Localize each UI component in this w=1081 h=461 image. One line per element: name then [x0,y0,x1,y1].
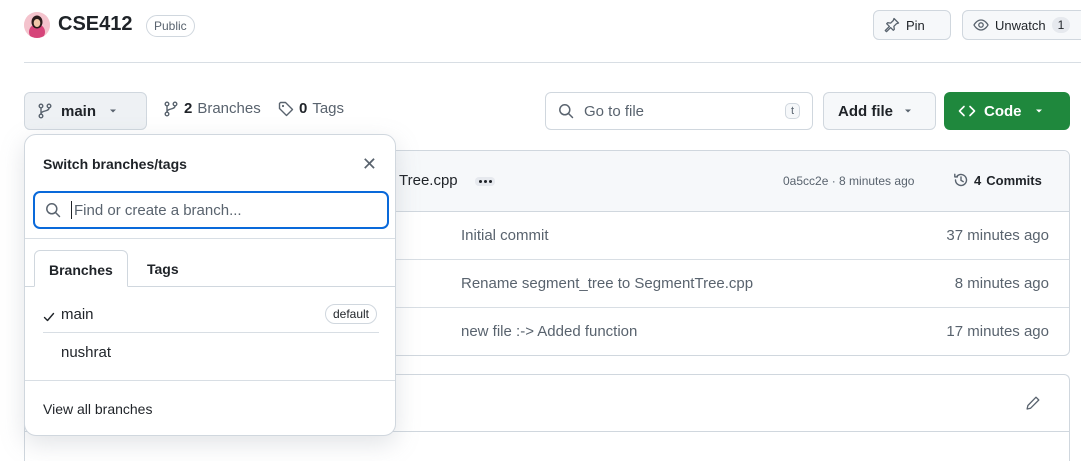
commit-message[interactable]: Initial commit [461,227,549,244]
add-file-button[interactable]: Add file [823,92,936,130]
repo-avatar [24,12,50,38]
current-branch-label: main [61,102,97,120]
item-divider [43,332,379,333]
tab-tags[interactable]: Tags [133,250,193,287]
tags-link[interactable]: 0 Tags [278,100,344,117]
go-to-file-placeholder: Go to file [584,102,645,120]
header-divider [24,62,1081,63]
go-to-file-input[interactable]: Go to file t [545,92,813,130]
branch-dropdown: Switch branches/tags ✕ Find or create a … [24,134,396,436]
tab-branches[interactable]: Branches [34,250,128,287]
latest-commit-sha[interactable]: 0a5cc2e · 8 minutes ago [783,174,914,188]
search-icon [558,103,574,119]
branch-icon [163,101,179,117]
dropdown-divider [25,238,395,239]
branch-icon [37,103,53,119]
repo-name[interactable]: CSE412 [58,13,133,36]
pencil-icon[interactable] [1025,395,1041,411]
commit-time: 17 minutes ago [946,323,1049,340]
code-icon [958,103,976,119]
text-cursor [71,201,72,219]
check-icon [43,311,55,323]
commit-time: 8 minutes ago [954,275,1049,292]
branches-link[interactable]: 2 Branches [163,100,261,117]
visibility-badge: Public [146,15,195,37]
code-button[interactable]: Code [944,92,1070,130]
dropdown-divider [25,380,395,381]
branch-item-main[interactable]: main [61,306,94,323]
commit-message[interactable]: new file :-> Added function [461,323,637,340]
branch-search-placeholder: Find or create a branch... [74,201,242,219]
pin-icon [884,17,900,33]
commits-label: Commits [986,172,1042,188]
ellipsis-icon[interactable] [475,177,495,186]
branch-search-input[interactable]: Find or create a branch... [33,191,389,229]
commit-message[interactable]: Rename segment_tree to SegmentTree.cpp [461,275,753,292]
close-icon[interactable]: ✕ [362,155,377,173]
tag-icon [278,101,294,117]
add-file-label: Add file [838,102,893,120]
watch-count: 1 [1051,17,1071,33]
branches-label: Branches [197,100,261,117]
commits-link[interactable]: 4 Commits [953,172,1042,188]
branch-select-button[interactable]: main [24,92,147,130]
eye-icon [973,17,989,33]
unwatch-label: Unwatch [995,17,1046,33]
history-icon [953,172,969,188]
search-icon [45,202,61,218]
tags-count: 0 [299,100,308,117]
dropdown-title: Switch branches/tags [43,156,187,172]
commit-time: 37 minutes ago [946,227,1049,244]
latest-commit-message[interactable]: Tree.cpp [399,172,458,189]
tags-label: Tags [312,100,345,117]
chevron-down-icon [1034,106,1044,116]
go-to-file-shortcut: t [784,103,800,119]
chevron-down-icon [903,106,913,116]
commits-count: 4 [974,172,982,188]
branch-item-nushrat[interactable]: nushrat [61,344,111,361]
pin-button[interactable]: Pin [873,10,951,40]
code-label: Code [984,102,1022,120]
view-all-branches-link[interactable]: View all branches [43,401,152,417]
default-badge: default [324,304,377,324]
branches-count: 2 [184,100,193,117]
unwatch-button[interactable]: Unwatch 1 [962,10,1081,40]
pin-label: Pin [906,17,925,33]
chevron-down-icon [108,106,118,116]
